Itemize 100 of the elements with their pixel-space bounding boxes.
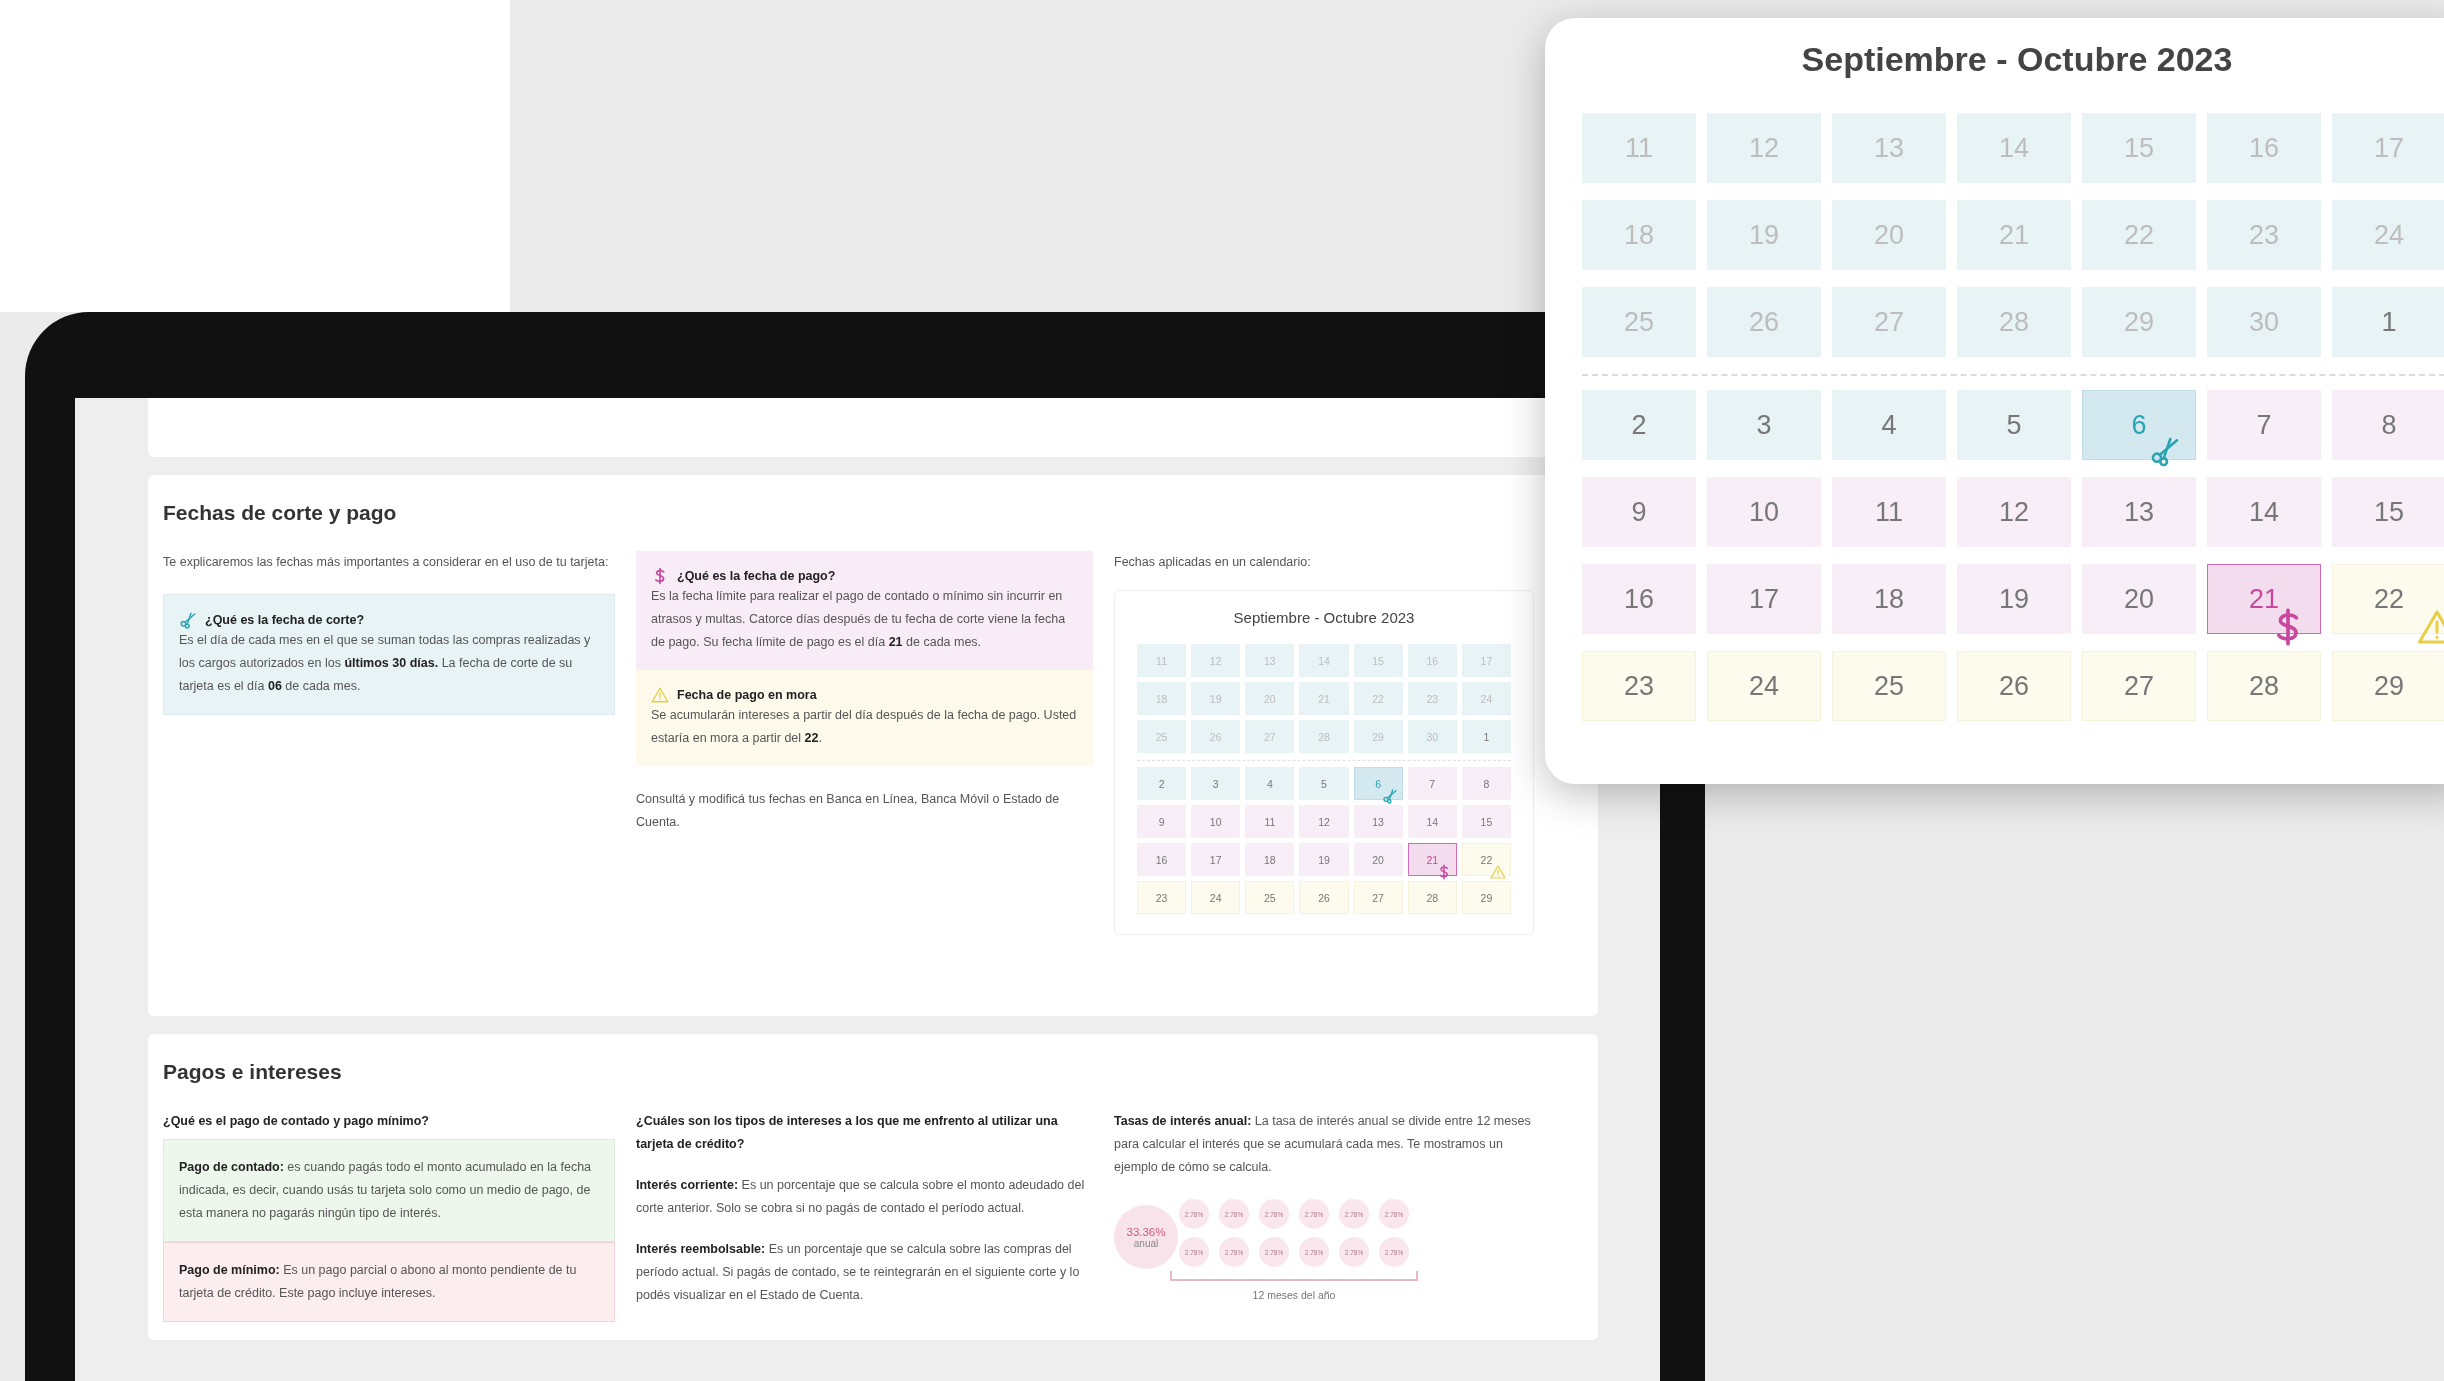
day-number: 21 [2248, 583, 2279, 615]
day-number: 14 [1426, 815, 1439, 828]
day-number: 22 [2373, 583, 2404, 615]
day-number: 4 [1881, 409, 1897, 441]
day-number: 12 [1318, 815, 1330, 828]
info-box-title: Fecha de pago en mora [677, 688, 817, 702]
day-number: 8 [2381, 409, 2397, 441]
annual-rate-label: anual [1133, 1237, 1159, 1249]
day-number: 13 [2123, 496, 2154, 528]
day-number: 22 [1480, 853, 1493, 866]
info-box-text: Se acumularán intereses a partir del día después de la fecha de pago. Usted estaría en mora a partir del 22. [651, 707, 1078, 747]
day-number: 24 [1480, 692, 1493, 705]
day-number: 6 [2131, 409, 2147, 441]
day-number: 30 [1426, 730, 1439, 743]
interest-paragraph: Interés reembolsable: Es un porcentaje que se calcula sobre las compras del período actual. Si pagás de contado, se te reintegrarán en el siguiente corte y lo podés visualizar en el Estado de Cuenta. [636, 1241, 1081, 1304]
info-box-text: Pago de mínimo: Es un pago parcial o abono al monto pendiente de tu tarjeta de crédito. Este pago incluye intereses. [179, 1262, 578, 1302]
day-number: 17 [1480, 654, 1493, 667]
info-box-text: Pago de contado: es cuando pagás todo el monto acumulado en la fecha indicada, es decir, cuando usás tu tarjeta solo como un medio de pago, de esta manera no pagarás ningún tipo de interés. [179, 1159, 593, 1222]
warning-icon [1490, 864, 1506, 880]
scissors-icon [179, 611, 197, 629]
day-number: 27 [1264, 730, 1276, 743]
section-title: Pagos e intereses [163, 1060, 343, 1084]
day-number: 2 [1158, 777, 1165, 790]
day-number: 15 [2123, 132, 2154, 164]
day-number: 16 [1623, 583, 1654, 615]
warning-icon [651, 686, 669, 704]
day-number: 11 [1625, 132, 1653, 164]
calendar-title: Septiembre - Octubre 2023 [1232, 609, 1416, 626]
day-number: 23 [1426, 692, 1439, 705]
info-box-text: Es el día de cada mes en el que se suman todas las compras realizadas y los cargos autorizados en los últimos 30 días. La fecha de corte de su tarjeta es el día 06 de cada mes. [179, 632, 592, 695]
day-number: 18 [1264, 853, 1276, 866]
day-number: 30 [2248, 306, 2279, 338]
day-number: 16 [1426, 654, 1439, 667]
day-number: 3 [1756, 409, 1772, 441]
day-number: 28 [2248, 670, 2279, 702]
day-number: 9 [1631, 496, 1647, 528]
day-number: 27 [2123, 670, 2154, 702]
calendar-title: Septiembre - Octubre 2023 [1800, 40, 2234, 79]
day-number: 9 [1158, 815, 1165, 828]
day-number: 5 [2006, 409, 2022, 441]
info-box-title: ¿Qué es la fecha de corte? [205, 613, 365, 627]
day-number: 28 [1426, 891, 1439, 904]
day-number: 24 [1748, 670, 1779, 702]
day-number: 18 [1873, 583, 1904, 615]
day-number: 10 [1209, 815, 1222, 828]
day-number: 18 [1623, 219, 1654, 251]
day-number: 19 [1318, 853, 1330, 866]
scissors-icon [1381, 788, 1398, 804]
day-number: 16 [1155, 853, 1168, 866]
day-number: 11 [1875, 496, 1903, 528]
day-number: 23 [2248, 219, 2279, 251]
day-number: 28 [1998, 306, 2029, 338]
day-number: 17 [1748, 583, 1779, 615]
info-box-text: Es la fecha límite para realizar el pago de contado o mínimo sin incurrir en atrasos y multas. Catorce días después de tu fecha de corte viene la fecha de pago. Su fecha límite de pago es el día 21 de cada mes. [651, 588, 1067, 651]
annual-rate-text: Tasas de interés anual: La tasa de interés anual se divide entre 12 meses para calcular el interés que se acumulará cada mes. Te mostramos un ejemplo de cómo se calcula. [1114, 1113, 1532, 1176]
day-number: 26 [1748, 306, 1779, 338]
day-number: 21 [1998, 219, 2029, 251]
day-number: 3 [1212, 777, 1219, 790]
day-number: 8 [1483, 777, 1490, 790]
day-number: 20 [2123, 583, 2154, 615]
span-label: 12 meses del año [1252, 1289, 1336, 1301]
day-number: 22 [2123, 219, 2154, 251]
day-number: 27 [1372, 891, 1384, 904]
day-number: 24 [1209, 891, 1222, 904]
day-number: 13 [1873, 132, 1904, 164]
day-number: 14 [2248, 496, 2279, 528]
day-number: 15 [1480, 815, 1493, 828]
question-heading: ¿Cuáles son los tipos de intereses a los que me enfrento al utilizar una tarjeta de crédito? [636, 1113, 1059, 1153]
scissors-icon [2149, 435, 2181, 467]
day-number: 2 [1631, 409, 1647, 441]
day-number: 29 [2373, 670, 2404, 702]
day-number: 10 [1748, 496, 1779, 528]
day-number: 15 [2373, 496, 2404, 528]
day-number: 17 [1209, 853, 1222, 866]
day-number: 12 [1748, 132, 1779, 164]
day-number: 25 [1264, 891, 1276, 904]
day-number: 23 [1623, 670, 1654, 702]
annual-rate-value: 33.36% [1126, 1225, 1166, 1238]
question-heading: ¿Qué es el pago de contado y pago mínimo? [163, 1113, 430, 1130]
day-number: 23 [1155, 891, 1168, 904]
day-number: 13 [1372, 815, 1384, 828]
interest-paragraph: Interés corriente: Es un porcentaje que se calcula sobre el monto adeudado del corte anterior. Solo se cobra si no pagás de contado el período actual. [636, 1177, 1086, 1217]
intro-text: Te explicaremos las fechas más importantes a considerar en el uso de tu tarjeta: [163, 554, 610, 571]
day-number: 27 [1873, 306, 1904, 338]
day-number: 20 [1873, 219, 1904, 251]
day-number: 19 [1998, 583, 2029, 615]
day-number: 5 [1321, 777, 1327, 790]
note-text: Consultá y modificá tus fechas en Banca en Línea, Banca Móvil o Estado de Cuenta. [636, 791, 1061, 831]
day-number: 19 [1209, 692, 1222, 705]
day-number: 1 [2381, 306, 2397, 338]
day-number: 4 [1266, 777, 1273, 790]
day-number: 1 [1483, 730, 1490, 743]
day-number: 7 [1429, 777, 1436, 790]
day-number: 26 [1318, 891, 1330, 904]
day-number: 29 [1480, 891, 1493, 904]
day-number: 13 [1264, 654, 1276, 667]
day-number: 6 [1375, 777, 1382, 790]
calendar-label: Fechas aplicadas en un calendario: [1114, 554, 1312, 571]
day-number: 16 [2248, 132, 2279, 164]
day-number: 29 [2123, 306, 2154, 338]
